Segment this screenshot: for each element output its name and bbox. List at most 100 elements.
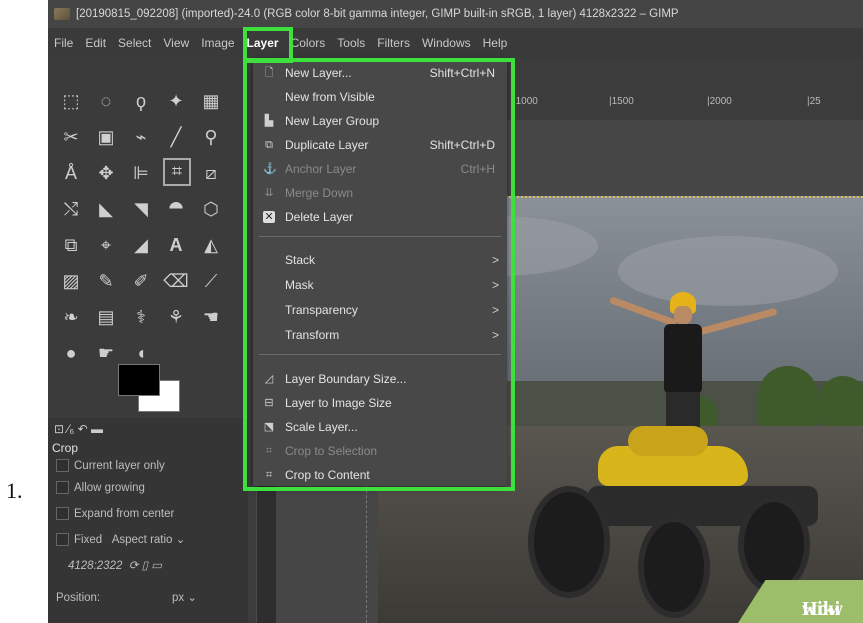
menu-tools[interactable]: Tools [331,28,371,58]
clone-icon[interactable]: ▤ [93,306,119,328]
ellipse-select-icon[interactable]: ◌ [93,90,119,112]
foreground-color-swatch[interactable] [118,364,160,396]
menu-bar: File Edit Select View Image Layer Colors… [48,28,863,58]
eraser-icon[interactable]: ⌫ [163,270,189,292]
paintbrush-icon[interactable]: ✐ [128,270,154,292]
menu-item-new-from-visible[interactable]: New from Visible [253,85,507,109]
menu-item-delete-layer[interactable]: ✕ Delete Layer [253,205,507,229]
menu-item-transparency[interactable]: Transparency > [253,298,507,322]
3d-transform-icon[interactable]: ⬡ [198,198,224,220]
ratio-value[interactable]: 4128:2322 [68,560,122,572]
menu-item-label: Scale Layer... [285,420,358,434]
chevron-down-icon[interactable]: ⌄ [187,592,197,604]
warp-transform-icon[interactable]: ⤭ [58,198,84,220]
step-number: 1. [6,478,23,503]
portrait-icon[interactable]: ▯ [142,560,148,572]
free-select-icon[interactable]: ϙ [128,90,154,112]
new-layer-icon: 🗋 [264,67,274,79]
menu-file[interactable]: File [48,28,79,58]
fixed-label: Fixed [74,534,103,546]
foreground-select-icon[interactable]: ▣ [93,126,119,148]
unified-transform-icon[interactable]: ⧄ [198,162,224,184]
mypaint-brush-icon[interactable]: ▨ [58,270,84,292]
cage-transform-icon[interactable]: ⧉ [58,234,84,256]
perspective-clone-icon[interactable]: ⚘ [163,306,189,328]
merge-down-icon: ⇊ [264,187,274,199]
rect-select-icon[interactable]: ⬚ [58,90,84,112]
menu-windows[interactable]: Windows [416,28,477,58]
menu-item-label: Merge Down [285,186,354,200]
swap-icon[interactable]: ⟳ [129,560,139,572]
menu-item-crop-to-selection[interactable]: ⌗ Crop to Selection [253,439,507,463]
menu-item-stack[interactable]: Stack > [253,248,507,272]
smudge-icon[interactable]: ☚ [198,306,224,328]
crop-tool-icon[interactable]: ⌗ [163,158,191,186]
duplicate-icon: ⧉ [265,139,273,151]
crop-icon: ⌗ [265,445,273,457]
menu-item-anchor-layer[interactable]: ⚓ Anchor Layer Ctrl+H [253,157,507,181]
measure-icon[interactable]: Å [58,162,84,184]
window-title: [20190815_092208] (imported)-24.0 (RGB c… [76,8,679,20]
menu-edit[interactable]: Edit [79,28,112,58]
allow-growing-option[interactable]: Allow growing [56,478,145,498]
menu-item-crop-to-content[interactable]: ⌗ Crop to Content [253,463,507,487]
menu-item-label: Crop to Selection [285,444,378,458]
pencil-icon[interactable]: ✎ [93,270,119,292]
menu-filters[interactable]: Filters [371,28,416,58]
ratio-field[interactable]: 4128:2322 ⟳ ▯ ▭ [68,556,162,576]
expand-from-center-option[interactable]: Expand from center [56,504,174,524]
align-icon[interactable]: ⊫ [128,162,154,184]
fixed-option[interactable]: Fixed Aspect ratio ⌄ [56,530,185,550]
smudge-alt-icon[interactable]: ◖ [128,342,154,364]
menu-item-merge-down[interactable]: ⇊ Merge Down [253,181,507,205]
move-icon[interactable]: ✥ [93,162,119,184]
fuzzy-select-icon[interactable]: ✦ [163,90,189,112]
menu-image[interactable]: Image [195,28,240,58]
airbrush-icon[interactable]: ⟋ [198,270,224,292]
menu-help[interactable]: Help [477,28,514,58]
aspect-ratio-select[interactable]: Aspect ratio [112,534,173,546]
blur-icon[interactable]: ● [58,342,84,364]
submenu-arrow-icon: > [491,278,499,292]
menu-item-new-layer-group[interactable]: ▙ New Layer Group [253,109,507,133]
unit-select[interactable]: px ⌄ [172,588,197,608]
zoom-icon[interactable]: ⚲ [198,126,224,148]
menu-item-transform[interactable]: Transform > [253,323,507,347]
heal-icon[interactable]: ⚕ [128,306,154,328]
menu-select[interactable]: Select [112,28,157,58]
handle-transform-icon[interactable]: ⌖ [93,234,119,256]
perspective-icon[interactable]: ◥ [128,198,154,220]
landscape-icon[interactable]: ▭ [151,560,162,572]
tool-options-panel: ⊡ ⁄₆ ↶ ▬ Crop Current layer only Allow g… [48,418,248,623]
color-picker-icon[interactable]: ╱ [163,126,189,148]
fixed-checkbox[interactable] [56,533,69,547]
dodge-burn-icon[interactable]: ☛ [93,342,119,364]
menu-view[interactable]: View [157,28,195,58]
ruler-tick: |2000 [707,96,732,107]
paths-icon[interactable]: ⌁ [128,126,154,148]
shear-icon[interactable]: ◣ [93,198,119,220]
menu-item-mask[interactable]: Mask > [253,273,507,297]
allow-growing-checkbox[interactable] [56,481,69,495]
current-layer-only-option[interactable]: Current layer only [56,456,165,476]
ruler-tick: |1000 [513,96,538,107]
chevron-down-icon[interactable]: ⌄ [176,534,186,546]
text-tool-icon[interactable]: A [163,234,189,256]
expand-from-center-checkbox[interactable] [56,507,69,521]
menu-item-layer-to-image-size[interactable]: ⊟ Layer to Image Size [253,391,507,415]
crop-icon: ⌗ [265,469,273,481]
unit-value: px [172,592,185,604]
bucket-fill-icon[interactable]: ◢ [128,234,154,256]
menu-item-duplicate-layer[interactable]: ⧉ Duplicate Layer Shift+Ctrl+D [253,133,507,157]
gradient-icon[interactable]: ◭ [198,234,224,256]
anchor-icon: ⚓ [263,163,277,175]
scissors-icon[interactable]: ✂ [58,126,84,148]
menu-item-scale-layer[interactable]: ⬔ Scale Layer... [253,415,507,439]
menu-item-new-layer[interactable]: 🗋 New Layer... Shift+Ctrl+N [253,61,507,85]
current-layer-only-checkbox[interactable] [56,459,69,473]
ink-icon[interactable]: ❧ [58,306,84,328]
gimp-app-icon [54,8,70,20]
flip-icon[interactable]: ⯊ [163,198,189,220]
menu-item-layer-boundary-size[interactable]: ◿ Layer Boundary Size... [253,367,507,391]
color-select-icon[interactable]: ▦ [198,90,224,112]
